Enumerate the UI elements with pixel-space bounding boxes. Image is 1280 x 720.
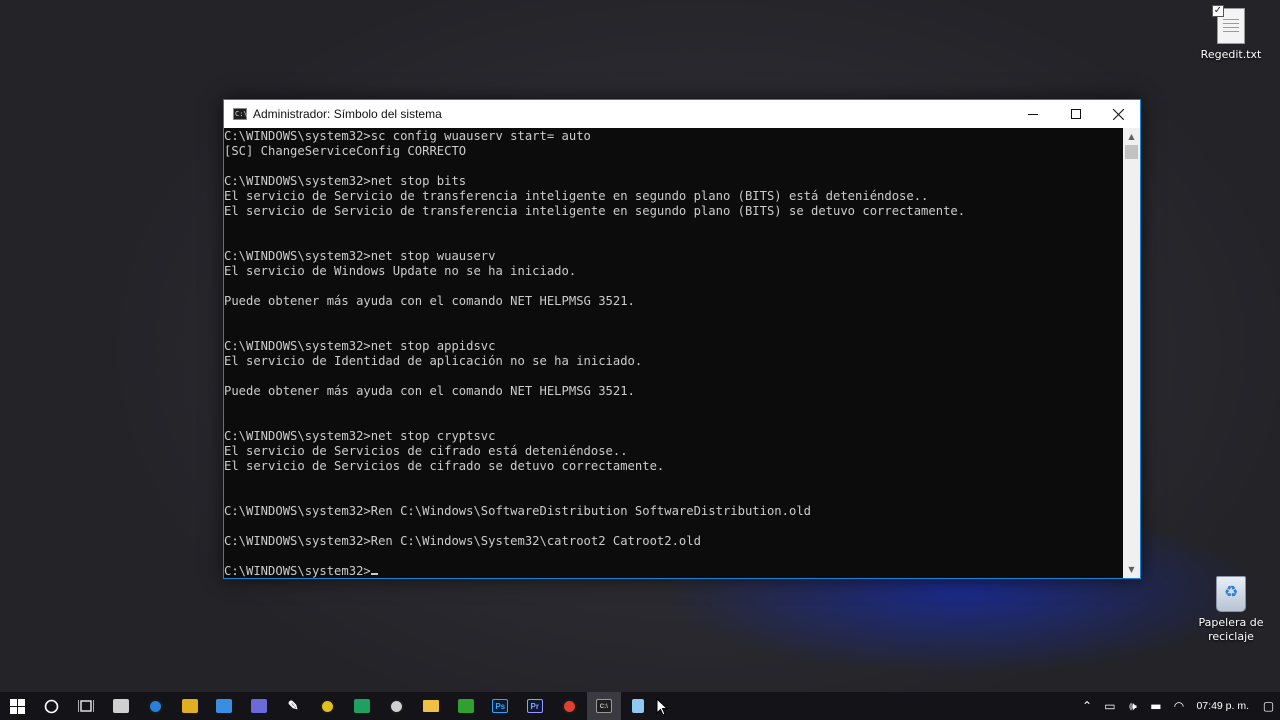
vertical-scrollbar[interactable]: ▲ ▼: [1123, 128, 1140, 578]
tablet-icon[interactable]: ▭: [1098, 699, 1121, 713]
taskbar-cmd-button[interactable]: C:\: [586, 692, 621, 720]
console-line: C:\WINDOWS\system32>sc config wuauserv s…: [224, 129, 591, 143]
title-bar[interactable]: C:\ Administrador: Símbolo del sistema: [224, 100, 1140, 128]
file-explorer-icon: [423, 700, 440, 712]
app-9-icon: [389, 698, 405, 714]
desktop-icon-regedit[interactable]: ✓ Regedit.txt: [1191, 5, 1271, 62]
wifi-icon[interactable]: ◠: [1167, 699, 1190, 713]
maximize-button[interactable]: [1054, 100, 1097, 128]
console-line: [SC] ChangeServiceConfig CORRECTO: [224, 144, 467, 158]
windows-logo-icon: [9, 698, 25, 714]
console-line: El servicio de Identidad de aplicación n…: [224, 354, 643, 368]
task-view-button[interactable]: [69, 692, 104, 720]
cortana-circle-icon: [44, 699, 59, 713]
console-line: Puede obtener más ayuda con el comando N…: [224, 294, 635, 308]
battery-icon[interactable]: ▬: [1144, 699, 1167, 713]
app-6-icon: ✎: [287, 698, 299, 713]
taskbar-chrome-button[interactable]: [552, 692, 587, 720]
minimize-icon: [1027, 114, 1038, 115]
cmd-app-icon[interactable]: C:\: [233, 108, 248, 120]
volume-icon[interactable]: 🕪: [1121, 699, 1144, 714]
console-line: C:\WINDOWS\system32>net stop bits: [224, 174, 467, 188]
notifications-icon[interactable]: ▢: [1257, 699, 1280, 713]
scroll-down-icon[interactable]: ▼: [1123, 561, 1140, 578]
app-5-icon: [250, 699, 267, 713]
pinned-apps: ✎ Ps Pr C:\: [104, 692, 656, 720]
taskbar-app-3-button[interactable]: [173, 692, 208, 720]
console-line: C:\WINDOWS\system32>net stop wuauserv: [224, 249, 496, 263]
cortana-button[interactable]: [35, 692, 70, 720]
close-icon: [1113, 108, 1124, 120]
taskbar-app-8-button[interactable]: [345, 692, 380, 720]
desktop-icon-label: Regedit.txt: [1200, 48, 1262, 61]
console-line: El servicio de Windows Update no se ha i…: [224, 264, 577, 278]
firefox-icon: [147, 698, 163, 714]
recycle-bin-icon: [1216, 576, 1246, 612]
taskbar-app-7-button[interactable]: [311, 692, 346, 720]
text-cursor: [370, 573, 378, 575]
taskbar-app-6-button[interactable]: ✎: [276, 692, 311, 720]
console-line: C:\WINDOWS\system32>Ren C:\Windows\Softw…: [224, 504, 811, 518]
taskbar-app-4-button[interactable]: [207, 692, 242, 720]
clock[interactable]: 07:49 p. m.: [1190, 700, 1257, 712]
console-output[interactable]: C:\WINDOWS\system32>sc config wuauserv s…: [224, 128, 1124, 578]
start-button[interactable]: [0, 692, 35, 720]
system-tray: ⌃ ▭ 🕪 ▬ ◠ 07:49 p. m. ▢: [1075, 692, 1280, 720]
console-line: C:\WINDOWS\system32>: [224, 564, 371, 578]
taskbar-firefox-button[interactable]: [138, 692, 173, 720]
console-line: El servicio de Servicio de transferencia…: [224, 204, 966, 218]
app-4-icon: [216, 699, 233, 713]
console-line: El servicio de Servicios de cifrado está…: [224, 444, 628, 458]
taskbar-file-explorer-button[interactable]: [414, 692, 449, 720]
task-view-icon: [78, 700, 95, 712]
notepad-icon: [632, 699, 645, 713]
taskbar-app-11-button[interactable]: [449, 692, 484, 720]
app-1-icon: [112, 699, 129, 713]
taskbar: ✎ Ps Pr C:\ ⌃ ▭ 🕪 ▬ ◠ 07:49 p. m. ▢: [0, 692, 1280, 720]
window-title: Administrador: Símbolo del sistema: [253, 107, 442, 121]
console-text: C:\WINDOWS\system32>sc config wuauserv s…: [224, 129, 1124, 578]
taskbar-app-9-button[interactable]: [380, 692, 415, 720]
cmd-icon: C:\: [595, 699, 612, 713]
minimize-button[interactable]: [1011, 100, 1054, 128]
scroll-up-icon[interactable]: ▲: [1123, 128, 1140, 145]
desktop-icon-label: Papelera de reciclaje: [1198, 616, 1264, 643]
cmd-window: C:\ Administrador: Símbolo del sistema C…: [223, 99, 1141, 579]
chrome-icon: [561, 698, 577, 714]
console-line: El servicio de Servicio de transferencia…: [224, 189, 929, 203]
taskbar-app-1-button[interactable]: [104, 692, 139, 720]
show-hidden-icons-icon[interactable]: ⌃: [1075, 699, 1098, 713]
desktop-icon-recycle-bin[interactable]: Papelera de reciclaje: [1191, 576, 1271, 644]
console-line: C:\WINDOWS\system32>net stop cryptsvc: [224, 429, 496, 443]
console-line: El servicio de Servicios de cifrado se d…: [224, 459, 665, 473]
app-7-icon: [320, 698, 336, 714]
console-line: C:\WINDOWS\system32>Ren C:\Windows\Syste…: [224, 534, 701, 548]
console-line: C:\WINDOWS\system32>net stop appidsvc: [224, 339, 496, 353]
taskbar-premiere-button[interactable]: Pr: [518, 692, 553, 720]
close-button[interactable]: [1097, 100, 1140, 128]
premiere-icon: Pr: [526, 699, 543, 713]
taskbar-photoshop-button[interactable]: Ps: [483, 692, 518, 720]
scrollbar-thumb[interactable]: [1125, 145, 1138, 159]
maximize-icon: [1070, 109, 1081, 119]
console-line: Puede obtener más ayuda con el comando N…: [224, 384, 635, 398]
text-file-icon: ✓: [1212, 5, 1245, 44]
window-controls: [1011, 100, 1140, 128]
taskbar-app-5-button[interactable]: [242, 692, 277, 720]
checkbox-icon: ✓: [1212, 5, 1224, 17]
app-11-icon: [457, 699, 474, 713]
mouse-pointer-icon: [656, 698, 668, 716]
app-3-icon: [181, 699, 198, 713]
taskbar-notepad-button[interactable]: [621, 692, 656, 720]
app-8-icon: [354, 699, 371, 713]
photoshop-icon: Ps: [492, 699, 509, 713]
